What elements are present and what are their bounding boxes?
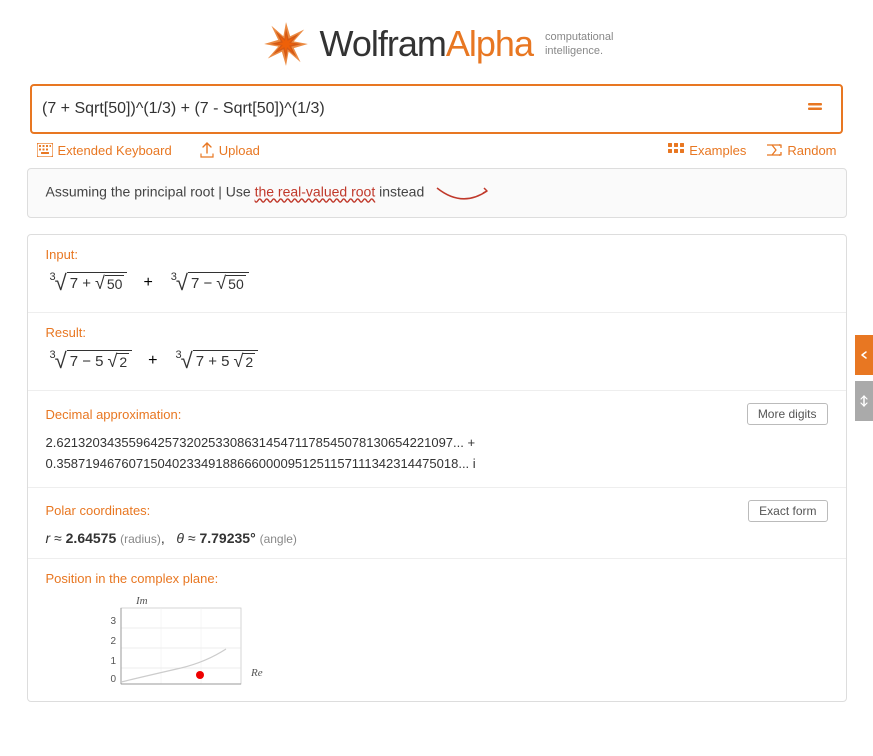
- assumption-text-after: instead: [375, 184, 424, 200]
- chevron-left-icon: [859, 350, 869, 360]
- logo-tagline: computational intelligence.: [545, 30, 614, 59]
- complex-section-label: Position in the complex plane:: [46, 571, 828, 586]
- complex-plane-chart: Im Re 3 2 1 0: [46, 594, 266, 689]
- examples-icon: [668, 143, 684, 157]
- result-section: Result: 3 √ 7 − 5√2 + 3 √ 7 + 5√2: [28, 313, 846, 391]
- result-cube-root-2: 3 √ 7 + 5√2: [174, 348, 259, 374]
- polar-section: Polar coordinates: Exact form r ≈ 2.6457…: [28, 488, 846, 559]
- svg-text:2: 2: [110, 636, 116, 647]
- svg-text:0: 0: [110, 674, 116, 685]
- examples-label: Examples: [689, 143, 746, 158]
- complex-section: Position in the complex plane: Im Re 3 2…: [28, 559, 846, 701]
- assumption-box: Assuming the principal root | Use the re…: [27, 168, 847, 218]
- result-card: Input: 3 √ 7 + √50 + 3 √ 7 − √50: [27, 234, 847, 702]
- svg-text:Im: Im: [135, 595, 148, 607]
- decimal-line1: 2.62132034355964257320253308631454711785…: [46, 433, 828, 454]
- cube-root-2: 3 √ 7 − √50: [169, 270, 249, 296]
- logo-container: WolframAlpha computational intelligence.: [260, 18, 614, 70]
- upload-icon: [200, 142, 214, 158]
- decimal-section-label: Decimal approximation:: [46, 407, 182, 422]
- logo-main: Wolfram: [320, 23, 446, 64]
- assumption-text-before: Assuming the principal root | Use: [46, 184, 255, 200]
- search-input[interactable]: [42, 100, 799, 118]
- real-valued-root-link[interactable]: the real-valued root: [255, 184, 376, 200]
- decimal-line2: 0.35871946760715040233491886660000951251…: [46, 454, 828, 475]
- search-submit-button[interactable]: [799, 94, 831, 124]
- input-math: 3 √ 7 + √50 + 3 √ 7 − √50: [46, 270, 828, 296]
- input-section: Input: 3 √ 7 + √50 + 3 √ 7 − √50: [28, 235, 846, 313]
- side-tab-scroll[interactable]: [855, 381, 873, 421]
- polar-section-label: Polar coordinates:: [46, 503, 151, 518]
- upload-button[interactable]: Upload: [200, 142, 260, 158]
- side-tab-expand[interactable]: [855, 335, 873, 375]
- decimal-value: 2.62132034355964257320253308631454711785…: [46, 433, 828, 475]
- tagline-line1: computational: [545, 30, 614, 44]
- decimal-header: Decimal approximation: More digits: [46, 403, 828, 425]
- svg-text:1: 1: [110, 656, 116, 667]
- random-label: Random: [787, 143, 836, 158]
- assumption-arrow-icon: [432, 183, 492, 203]
- random-button[interactable]: Random: [766, 143, 836, 158]
- polar-header: Polar coordinates: Exact form: [46, 500, 828, 522]
- logo-accent: Alpha: [446, 23, 533, 64]
- search-bar-container: [0, 84, 873, 142]
- polar-value: r ≈ 2.64575 (radius), θ ≈ 7.79235° (angl…: [46, 530, 828, 546]
- cube-root-1: 3 √ 7 + √50: [48, 270, 128, 296]
- logo-wordmark: WolframAlpha: [320, 23, 533, 65]
- complex-plane-svg: Im Re 3 2 1 0: [46, 594, 266, 689]
- main-content: Assuming the principal root | Use the re…: [7, 168, 867, 702]
- upload-label: Upload: [219, 143, 260, 158]
- toolbar: Extended Keyboard Upload Examples: [7, 142, 867, 168]
- wolfram-star-icon: [260, 18, 312, 70]
- examples-button[interactable]: Examples: [668, 143, 746, 158]
- header: WolframAlpha computational intelligence.: [0, 0, 873, 84]
- input-section-label: Input:: [46, 247, 828, 262]
- result-math: 3 √ 7 − 5√2 + 3 √ 7 + 5√2: [46, 348, 828, 374]
- extended-keyboard-button[interactable]: Extended Keyboard: [37, 143, 172, 158]
- exact-form-button[interactable]: Exact form: [748, 500, 827, 522]
- keyboard-icon: [37, 143, 53, 157]
- equals-icon: [805, 96, 825, 116]
- svg-text:Re: Re: [250, 667, 263, 679]
- more-digits-button[interactable]: More digits: [747, 403, 828, 425]
- tagline-line2: intelligence.: [545, 44, 614, 58]
- svg-text:3: 3: [110, 616, 116, 627]
- search-bar: [30, 84, 843, 134]
- keyboard-label: Extended Keyboard: [58, 143, 172, 158]
- result-section-label: Result:: [46, 325, 828, 340]
- side-tab: [855, 335, 873, 421]
- scroll-icon: [859, 395, 869, 407]
- decimal-section: Decimal approximation: More digits 2.621…: [28, 391, 846, 488]
- result-cube-root-1: 3 √ 7 − 5√2: [48, 348, 133, 374]
- random-icon: [766, 143, 782, 157]
